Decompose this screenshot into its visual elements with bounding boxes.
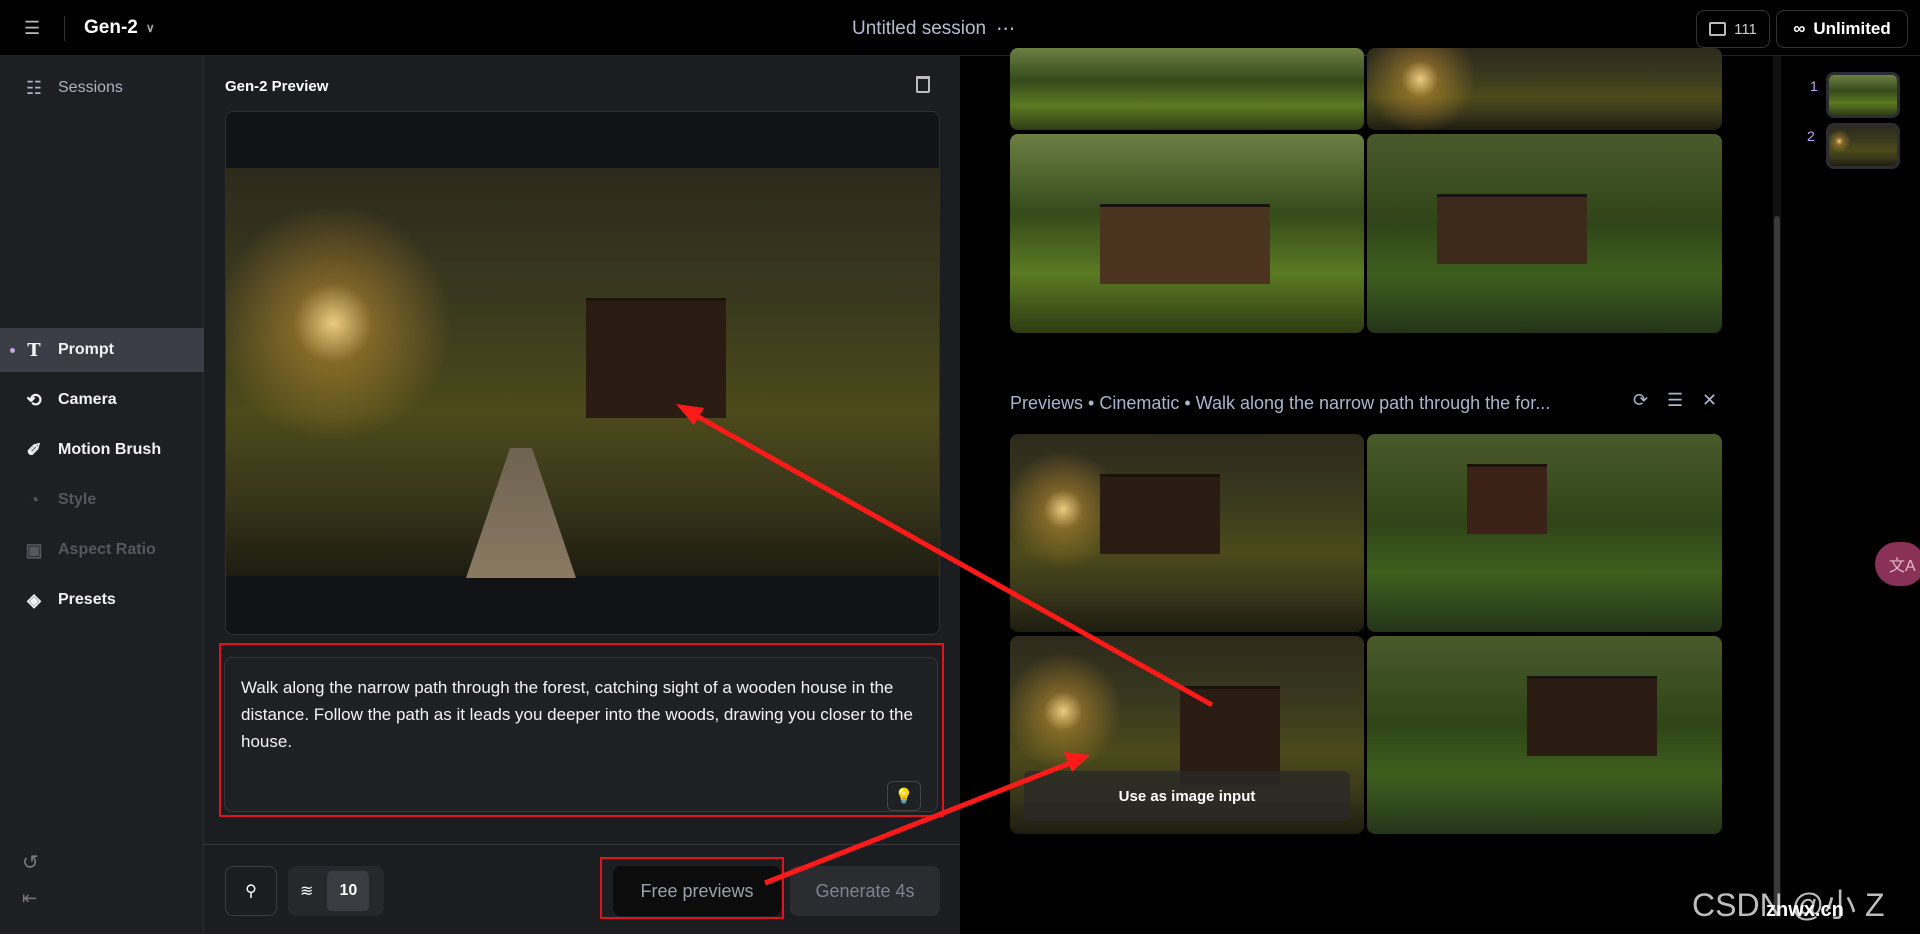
- annotation-arrow: [684, 407, 1214, 708]
- annotation-arrow: [764, 757, 1079, 886]
- annotation-arrows: [676, 404, 1214, 886]
- arrowhead: [676, 404, 704, 425]
